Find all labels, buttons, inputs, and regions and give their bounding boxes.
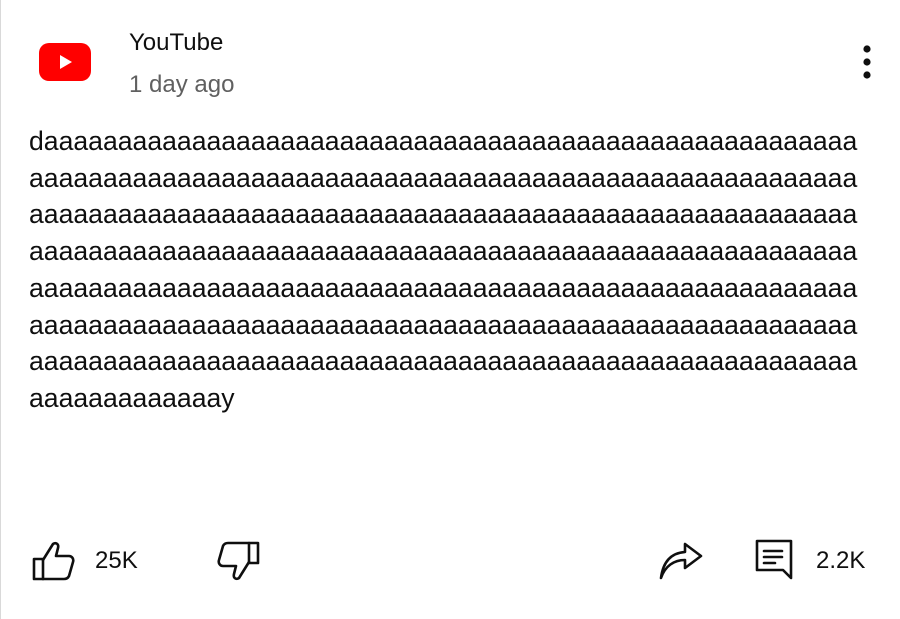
like-count: 25K (95, 547, 138, 574)
dislike-button[interactable] (217, 540, 261, 582)
comments-count: 2.2K (816, 547, 866, 574)
community-post: YouTube 1 day ago daaaaaaaaaaaaaaaaaaaaa… (0, 0, 900, 619)
channel-name[interactable]: YouTube (129, 28, 223, 58)
youtube-logo-icon (60, 55, 72, 69)
thumbs-down-icon (217, 541, 260, 581)
channel-avatar[interactable] (39, 43, 91, 81)
post-timestamp: 1 day ago (129, 71, 235, 98)
comments-button[interactable] (753, 538, 795, 582)
share-icon (659, 542, 703, 580)
comment-icon (755, 539, 793, 580)
more-vertical-icon (863, 45, 871, 79)
more-options-button[interactable] (851, 40, 883, 84)
post-text: daaaaaaaaaaaaaaaaaaaaaaaaaaaaaaaaaaaaaaa… (29, 126, 858, 413)
share-button[interactable] (657, 540, 705, 584)
like-button[interactable] (31, 540, 75, 582)
thumbs-up-icon (32, 541, 75, 581)
